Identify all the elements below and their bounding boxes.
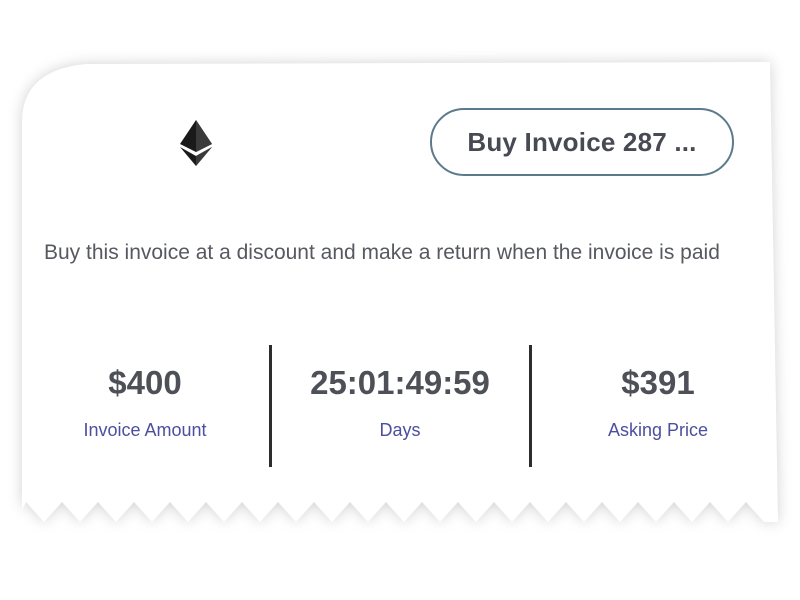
days-value: 25:01:49:59 [310, 364, 490, 401]
invoice-amount-label: Invoice Amount [83, 420, 207, 440]
ethereum-icon [180, 120, 212, 166]
invoice-description: Buy this invoice at a discount and make … [44, 241, 720, 264]
stat-divider [529, 345, 532, 467]
stat-divider [269, 345, 272, 467]
page: Buy Invoice 287 ... Buy this invoice at … [0, 0, 800, 600]
days-label: Days [379, 420, 421, 440]
invoice-card: Buy Invoice 287 ... Buy this invoice at … [22, 62, 778, 522]
stat-days: 25:01:49:59 Days [275, 342, 525, 466]
buy-invoice-button[interactable]: Buy Invoice 287 ... [430, 108, 734, 176]
invoice-stats: $400 Invoice Amount 25:01:49:59 Days $39… [20, 342, 778, 467]
stat-invoice-amount: $400 Invoice Amount [20, 342, 270, 466]
stat-asking-price: $391 Asking Price [533, 342, 783, 466]
asking-price-label: Asking Price [607, 420, 709, 440]
invoice-amount-value: $400 [108, 364, 182, 401]
asking-price-value: $391 [621, 364, 695, 401]
